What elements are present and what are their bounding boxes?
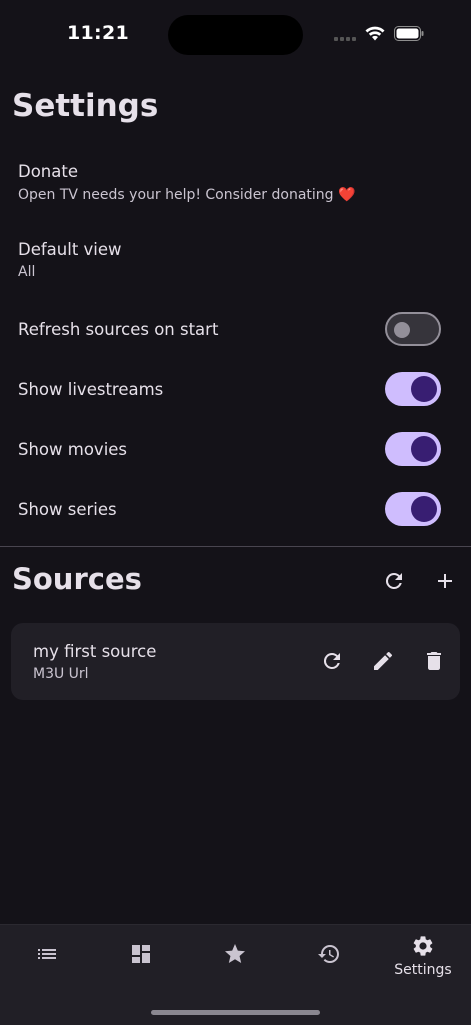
cellular-signal-icon bbox=[334, 37, 356, 41]
nav-item-categories[interactable] bbox=[94, 925, 188, 995]
page-title: Settings bbox=[12, 88, 159, 124]
show-livestreams-toggle[interactable] bbox=[385, 372, 441, 406]
battery-icon bbox=[394, 26, 424, 41]
refresh-icon bbox=[323, 653, 340, 669]
home-indicator bbox=[151, 1010, 320, 1015]
show-movies-toggle[interactable] bbox=[385, 432, 441, 466]
nav-item-favorites[interactable] bbox=[188, 925, 282, 995]
edit-source-button[interactable] bbox=[369, 647, 397, 675]
add-source-button[interactable] bbox=[431, 567, 459, 595]
status-time: 11:21 bbox=[67, 22, 129, 44]
show-livestreams-label: Show livestreams bbox=[18, 380, 164, 399]
list-icon bbox=[38, 949, 56, 959]
show-series-label: Show series bbox=[18, 500, 117, 519]
donate-title: Donate bbox=[18, 162, 78, 181]
donate-subtitle: Open TV needs your help! Consider donati… bbox=[18, 187, 356, 203]
source-type: M3U Url bbox=[33, 666, 89, 682]
refresh-all-sources-button[interactable] bbox=[380, 567, 408, 595]
nav-item-history[interactable] bbox=[282, 925, 376, 995]
dynamic-island bbox=[168, 15, 303, 55]
default-view-title: Default view bbox=[18, 240, 122, 259]
default-view-value: All bbox=[18, 264, 36, 280]
refresh-on-start-label: Refresh sources on start bbox=[18, 320, 219, 339]
nav-label-settings: Settings bbox=[394, 962, 452, 978]
pencil-icon bbox=[374, 651, 393, 670]
show-movies-label: Show movies bbox=[18, 440, 128, 459]
show-series-toggle[interactable] bbox=[385, 492, 441, 526]
trash-icon bbox=[427, 652, 441, 670]
sources-title: Sources bbox=[12, 562, 142, 596]
section-divider bbox=[0, 546, 471, 547]
refresh-source-button[interactable] bbox=[318, 647, 346, 675]
star-icon bbox=[225, 944, 245, 963]
source-name: my first source bbox=[33, 642, 157, 661]
history-icon bbox=[318, 945, 339, 963]
add-icon bbox=[438, 574, 452, 588]
nav-item-settings[interactable]: Settings bbox=[376, 925, 470, 995]
refresh-on-start-toggle[interactable] bbox=[385, 312, 441, 346]
refresh-icon bbox=[385, 573, 402, 589]
status-bar: 11:21 bbox=[0, 0, 471, 60]
source-card[interactable]: my first source M3U Url bbox=[11, 623, 460, 700]
dashboard-icon bbox=[132, 945, 150, 963]
delete-source-button[interactable] bbox=[420, 647, 448, 675]
wifi-icon bbox=[365, 26, 385, 41]
nav-item-channels[interactable] bbox=[0, 925, 94, 995]
gear-icon bbox=[413, 936, 433, 956]
